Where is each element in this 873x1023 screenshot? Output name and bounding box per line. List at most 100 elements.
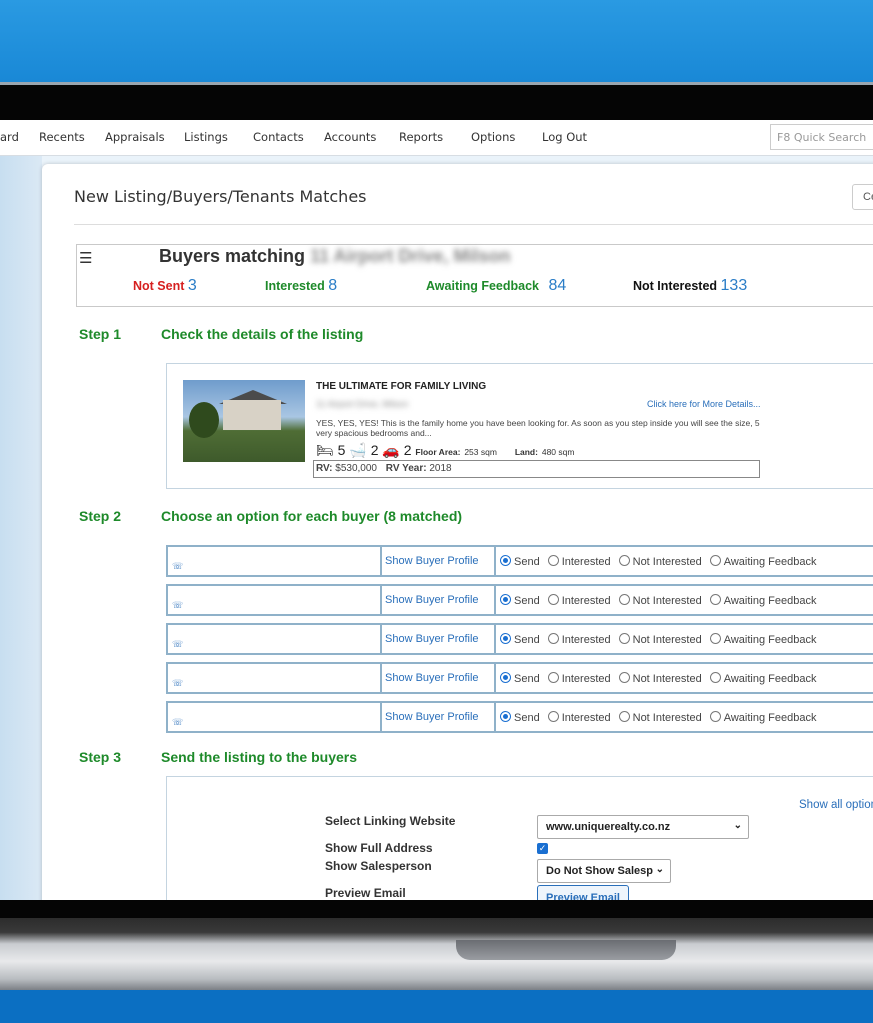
- option-awaiting-feedback[interactable]: Awaiting Feedback: [709, 711, 816, 724]
- option-interested[interactable]: Interested: [547, 555, 611, 568]
- option-send[interactable]: Send: [500, 672, 540, 685]
- chevron-down-icon: ⌄: [655, 864, 664, 875]
- buyer-options: Send Interested Not Interested Awaiting Fee…: [500, 594, 824, 607]
- radio-awaiting-feedback[interactable]: [709, 594, 721, 605]
- radio-awaiting-feedback[interactable]: [709, 633, 721, 644]
- car-icon: 🚗: [382, 442, 400, 458]
- radio-interested[interactable]: [547, 672, 559, 683]
- buyer-name-cell: ☏: [168, 664, 382, 692]
- option-send[interactable]: Send: [500, 555, 540, 568]
- radio-not-interested[interactable]: [618, 555, 630, 566]
- show-buyer-profile-link[interactable]: Show Buyer Profile: [382, 586, 496, 614]
- option-label: Interested: [561, 556, 611, 568]
- radio-send[interactable]: [500, 594, 511, 605]
- matches-panel: New Listing/Buyers/Tenants Matches Ce ☰ …: [42, 164, 873, 902]
- buyer-name-cell: ☏: [168, 703, 382, 731]
- radio-interested[interactable]: [547, 594, 559, 605]
- awaiting-number: 84: [548, 277, 567, 294]
- nav-recents[interactable]: Recents: [39, 130, 85, 144]
- option-interested[interactable]: Interested: [547, 711, 611, 724]
- radio-awaiting-feedback[interactable]: [709, 555, 721, 566]
- laptop-bezel-top: [0, 82, 873, 122]
- nav-listings[interactable]: Listings: [184, 130, 228, 144]
- nav-log-out[interactable]: Log Out: [542, 130, 587, 144]
- rv-label: RV:: [316, 463, 333, 474]
- preview-email-label: Preview Email: [325, 886, 406, 900]
- show-buyer-profile-link[interactable]: Show Buyer Profile: [382, 664, 496, 692]
- nav-contacts[interactable]: Contacts: [253, 130, 304, 144]
- option-label: Awaiting Feedback: [723, 634, 817, 646]
- list-icon[interactable]: ☰: [79, 249, 92, 267]
- radio-not-interested[interactable]: [618, 633, 630, 644]
- rv-year-label: RV Year:: [385, 463, 427, 474]
- option-awaiting-feedback[interactable]: Awaiting Feedback: [709, 672, 816, 685]
- listing-photo: [183, 380, 305, 462]
- laptop-base: [0, 918, 873, 990]
- nav-appraisals[interactable]: Appraisals: [105, 130, 165, 144]
- buyer-name-cell: ☏: [168, 547, 382, 575]
- not-sent-count[interactable]: Not Sent 3: [133, 277, 197, 295]
- car-spaces-count: 2: [403, 442, 412, 458]
- option-interested[interactable]: Interested: [547, 633, 611, 646]
- option-send[interactable]: Send: [500, 711, 540, 724]
- radio-not-interested[interactable]: [618, 711, 630, 722]
- phone-icon[interactable]: ☏: [172, 678, 183, 689]
- radio-awaiting-feedback[interactable]: [709, 711, 721, 722]
- radio-interested[interactable]: [547, 633, 559, 644]
- radio-send[interactable]: [500, 711, 511, 722]
- awaiting-count[interactable]: Awaiting Feedback 84: [426, 277, 566, 295]
- radio-not-interested[interactable]: [618, 594, 630, 605]
- quick-search-input[interactable]: F8 Quick Search: [770, 124, 873, 150]
- interested-count[interactable]: Interested 8: [265, 277, 337, 295]
- show-buyer-profile-link[interactable]: Show Buyer Profile: [382, 703, 496, 731]
- bedrooms-count: 5: [337, 442, 346, 458]
- option-interested[interactable]: Interested: [547, 594, 611, 607]
- show-all-options-link[interactable]: Show all option: [799, 799, 873, 811]
- radio-not-interested[interactable]: [618, 672, 630, 683]
- full-address-checkbox[interactable]: ✓: [537, 843, 548, 854]
- phone-icon[interactable]: ☏: [172, 717, 183, 728]
- phone-icon[interactable]: ☏: [172, 639, 183, 650]
- option-awaiting-feedback[interactable]: Awaiting Feedback: [709, 594, 816, 607]
- laptop-bezel-bottom: [0, 900, 873, 920]
- radio-send[interactable]: [500, 672, 511, 683]
- option-send[interactable]: Send: [500, 594, 540, 607]
- radio-send[interactable]: [500, 555, 511, 566]
- option-not-interested[interactable]: Not Interested: [618, 555, 702, 568]
- phone-icon[interactable]: ☏: [172, 600, 183, 611]
- land-label: Land:: [514, 447, 538, 457]
- awaiting-label: Awaiting Feedback: [426, 279, 539, 293]
- nav-accounts[interactable]: Accounts: [324, 130, 376, 144]
- background-bottom: [0, 990, 873, 1023]
- listing-features: 🛏 5 🛁 2 🚗 2 Floor Area: 253 sqm Land: 48…: [316, 442, 574, 459]
- option-awaiting-feedback[interactable]: Awaiting Feedback: [709, 555, 816, 568]
- phone-icon[interactable]: ☏: [172, 561, 183, 572]
- salesperson-select[interactable]: Do Not Show Salesp ⌄: [537, 859, 671, 883]
- option-not-interested[interactable]: Not Interested: [618, 594, 702, 607]
- option-not-interested[interactable]: Not Interested: [618, 672, 702, 685]
- show-buyer-profile-link[interactable]: Show Buyer Profile: [382, 625, 496, 653]
- not-interested-count[interactable]: Not Interested 133: [633, 277, 747, 295]
- radio-interested[interactable]: [547, 555, 559, 566]
- show-buyer-profile-link[interactable]: Show Buyer Profile: [382, 547, 496, 575]
- website-select[interactable]: www.uniquerealty.co.nz ⌄: [537, 815, 749, 839]
- radio-interested[interactable]: [547, 711, 559, 722]
- nav-dashboard[interactable]: ard: [0, 130, 19, 144]
- salesperson-label: Show Salesperson: [325, 859, 432, 873]
- match-heading: Buyers matching 11 Airport Drive, Milson: [159, 246, 510, 267]
- close-button[interactable]: Ce: [852, 184, 873, 210]
- not-interested-label: Not Interested: [633, 279, 718, 293]
- option-not-interested[interactable]: Not Interested: [618, 633, 702, 646]
- nav-options[interactable]: Options: [471, 130, 515, 144]
- option-awaiting-feedback[interactable]: Awaiting Feedback: [709, 633, 817, 646]
- option-interested[interactable]: Interested: [547, 672, 611, 685]
- radio-awaiting-feedback[interactable]: [709, 672, 721, 683]
- laptop-notch: [456, 940, 676, 960]
- nav-reports[interactable]: Reports: [399, 130, 443, 144]
- step3-label: Step 3: [79, 749, 122, 765]
- option-label: Send: [514, 634, 540, 646]
- option-send[interactable]: Send: [500, 633, 540, 646]
- more-details-link[interactable]: Click here for More Details...: [647, 399, 761, 409]
- radio-send[interactable]: [500, 633, 511, 644]
- option-not-interested[interactable]: Not Interested: [618, 711, 702, 724]
